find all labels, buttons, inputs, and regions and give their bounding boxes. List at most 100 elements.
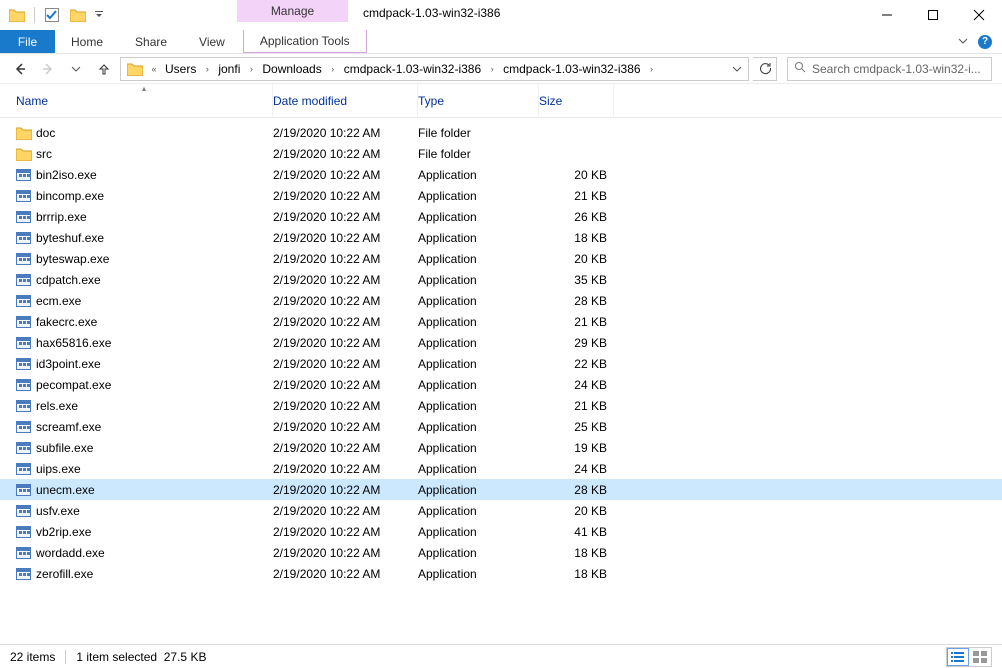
tab-share[interactable]: Share [119,30,183,53]
maximize-button[interactable] [910,0,956,30]
item-name: uips.exe [36,462,273,476]
recent-locations-button[interactable] [64,57,88,81]
address-dropdown-button[interactable] [728,64,746,74]
status-selection: 1 item selected 27.5 KB [76,650,206,664]
application-icon [16,505,36,517]
address-bar[interactable]: « Users›jonfi›Downloads›cmdpack-1.03-win… [120,57,749,81]
item-size: 18 KB [539,231,607,245]
app-icon [6,4,28,26]
application-icon [16,463,36,475]
application-icon [16,295,36,307]
chevron-right-icon[interactable]: › [200,58,214,80]
forward-button[interactable] [36,57,60,81]
list-item[interactable]: bin2iso.exe2/19/2020 10:22 AMApplication… [0,164,1002,185]
item-size: 35 KB [539,273,607,287]
chevron-right-icon[interactable]: › [326,58,340,80]
chevron-right-icon[interactable]: › [485,58,499,80]
details-view-button[interactable] [947,648,969,666]
item-name: zerofill.exe [36,567,273,581]
item-name: byteshuf.exe [36,231,273,245]
list-item[interactable]: byteswap.exe2/19/2020 10:22 AMApplicatio… [0,248,1002,269]
list-item[interactable]: cdpatch.exe2/19/2020 10:22 AMApplication… [0,269,1002,290]
item-name: pecompat.exe [36,378,273,392]
column-header-date[interactable]: Date modified [273,84,418,117]
item-date: 2/19/2020 10:22 AM [273,399,418,413]
breadcrumb-segment[interactable]: Users [161,58,200,80]
close-button[interactable] [956,0,1002,30]
list-item[interactable]: doc2/19/2020 10:22 AMFile folder [0,122,1002,143]
item-size: 28 KB [539,483,607,497]
item-size: 21 KB [539,399,607,413]
search-input[interactable]: Search cmdpack-1.03-win32-i... [787,57,992,81]
breadcrumb-segment[interactable]: Downloads [258,58,325,80]
qat-customize-dropdown[interactable] [93,4,105,26]
column-header-size[interactable]: Size [539,84,614,117]
item-type: Application [418,462,539,476]
refresh-button[interactable] [753,57,777,81]
item-date: 2/19/2020 10:22 AM [273,483,418,497]
column-header-name[interactable]: Name ▴ [16,84,273,117]
item-type: Application [418,168,539,182]
breadcrumb-segment[interactable]: jonfi [214,58,244,80]
item-type: Application [418,210,539,224]
application-icon [16,274,36,286]
list-item[interactable]: src2/19/2020 10:22 AMFile folder [0,143,1002,164]
item-date: 2/19/2020 10:22 AM [273,252,418,266]
list-item[interactable]: brrrip.exe2/19/2020 10:22 AMApplication2… [0,206,1002,227]
item-date: 2/19/2020 10:22 AM [273,189,418,203]
breadcrumb-segment[interactable]: cmdpack-1.03-win32-i386 [499,58,644,80]
list-item[interactable]: usfv.exe2/19/2020 10:22 AMApplication20 … [0,500,1002,521]
item-name: rels.exe [36,399,273,413]
list-item[interactable]: wordadd.exe2/19/2020 10:22 AMApplication… [0,542,1002,563]
list-item[interactable]: rels.exe2/19/2020 10:22 AMApplication21 … [0,395,1002,416]
list-item[interactable]: id3point.exe2/19/2020 10:22 AMApplicatio… [0,353,1002,374]
list-item[interactable]: subfile.exe2/19/2020 10:22 AMApplication… [0,437,1002,458]
breadcrumb-segment[interactable]: cmdpack-1.03-win32-i386 [340,58,485,80]
up-button[interactable] [92,57,116,81]
chevron-right-icon[interactable]: › [645,58,659,80]
qat-properties-button[interactable] [41,4,63,26]
address-folder-icon [123,58,147,80]
item-name: screamf.exe [36,420,273,434]
back-button[interactable] [8,57,32,81]
tab-view[interactable]: View [183,30,241,53]
tab-file[interactable]: File [0,30,55,53]
context-tab-manage[interactable]: Manage [237,0,348,22]
item-date: 2/19/2020 10:22 AM [273,336,418,350]
application-icon [16,253,36,265]
list-item[interactable]: hax65816.exe2/19/2020 10:22 AMApplicatio… [0,332,1002,353]
qat-newfolder-button[interactable] [67,4,89,26]
expand-ribbon-button[interactable] [958,35,968,49]
list-item[interactable]: screamf.exe2/19/2020 10:22 AMApplication… [0,416,1002,437]
list-item[interactable]: fakecrc.exe2/19/2020 10:22 AMApplication… [0,311,1002,332]
minimize-button[interactable] [864,0,910,30]
tab-home[interactable]: Home [55,30,119,53]
tab-application-tools[interactable]: Application Tools [243,30,367,53]
item-size: 21 KB [539,315,607,329]
column-header-type[interactable]: Type [418,84,539,117]
list-item[interactable]: unecm.exe2/19/2020 10:22 AMApplication28… [0,479,1002,500]
list-item[interactable]: uips.exe2/19/2020 10:22 AMApplication24 … [0,458,1002,479]
list-item[interactable]: pecompat.exe2/19/2020 10:22 AMApplicatio… [0,374,1002,395]
list-item[interactable]: ecm.exe2/19/2020 10:22 AMApplication28 K… [0,290,1002,311]
item-name: brrrip.exe [36,210,273,224]
chevron-right-icon[interactable]: › [244,58,258,80]
item-name: wordadd.exe [36,546,273,560]
item-date: 2/19/2020 10:22 AM [273,273,418,287]
list-item[interactable]: zerofill.exe2/19/2020 10:22 AMApplicatio… [0,563,1002,584]
breadcrumb-prefix[interactable]: « [147,58,161,80]
application-icon [16,442,36,454]
item-date: 2/19/2020 10:22 AM [273,210,418,224]
thumbnails-view-button[interactable] [969,648,991,666]
item-name: unecm.exe [36,483,273,497]
list-item[interactable]: vb2rip.exe2/19/2020 10:22 AMApplication4… [0,521,1002,542]
application-icon [16,211,36,223]
help-button[interactable]: ? [978,35,992,49]
item-type: Application [418,504,539,518]
list-item[interactable]: bincomp.exe2/19/2020 10:22 AMApplication… [0,185,1002,206]
application-icon [16,316,36,328]
item-size: 19 KB [539,441,607,455]
list-item[interactable]: byteshuf.exe2/19/2020 10:22 AMApplicatio… [0,227,1002,248]
item-name: id3point.exe [36,357,273,371]
item-name: vb2rip.exe [36,525,273,539]
